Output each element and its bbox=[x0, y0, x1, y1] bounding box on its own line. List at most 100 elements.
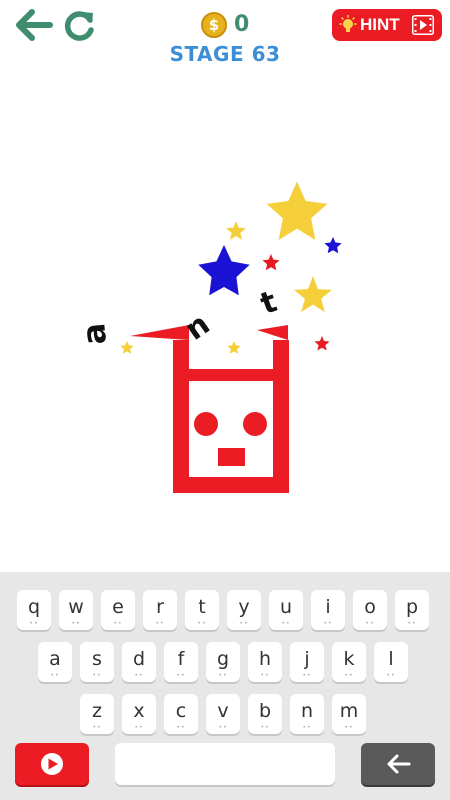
answer-input[interactable] bbox=[115, 743, 335, 785]
delete-button[interactable] bbox=[361, 743, 435, 785]
restart-icon[interactable] bbox=[62, 8, 98, 42]
key-m[interactable]: m •• bbox=[332, 694, 366, 734]
key-dots: •• bbox=[302, 724, 312, 731]
yellow-star-small-center bbox=[227, 341, 241, 354]
blue-star-large bbox=[198, 245, 250, 296]
key-dots: •• bbox=[92, 724, 102, 731]
key-r[interactable]: r •• bbox=[143, 590, 177, 630]
key-label: j bbox=[304, 648, 310, 670]
key-dots: •• bbox=[386, 672, 396, 679]
key-z[interactable]: z •• bbox=[80, 694, 114, 734]
key-dots: •• bbox=[239, 620, 249, 627]
key-label: h bbox=[258, 648, 272, 670]
key-label: k bbox=[343, 648, 355, 670]
box-face bbox=[194, 412, 267, 466]
blue-star-small bbox=[324, 237, 342, 254]
hint-label: HINT bbox=[360, 15, 400, 34]
key-y[interactable]: y •• bbox=[227, 590, 261, 630]
key-u[interactable]: u •• bbox=[269, 590, 303, 630]
key-label: n bbox=[300, 700, 314, 722]
key-dots: •• bbox=[260, 724, 270, 731]
key-dots: •• bbox=[218, 672, 228, 679]
key-label: x bbox=[133, 700, 145, 722]
backspace-arrow-icon bbox=[387, 754, 411, 774]
key-k[interactable]: k •• bbox=[332, 642, 366, 682]
key-label: e bbox=[112, 596, 124, 618]
key-label: c bbox=[175, 700, 187, 722]
yellow-star-right bbox=[294, 276, 332, 313]
key-g[interactable]: g •• bbox=[206, 642, 240, 682]
key-dots: •• bbox=[302, 672, 312, 679]
key-d[interactable]: d •• bbox=[122, 642, 156, 682]
key-dots: •• bbox=[176, 724, 186, 731]
key-s[interactable]: s •• bbox=[80, 642, 114, 682]
key-b[interactable]: b •• bbox=[248, 694, 282, 734]
stage-label: STAGE 63 bbox=[169, 42, 281, 66]
play-icon bbox=[41, 753, 63, 775]
key-label: y bbox=[238, 596, 250, 618]
key-label: s bbox=[92, 648, 102, 670]
key-a[interactable]: a •• bbox=[38, 642, 72, 682]
key-label: m bbox=[339, 700, 359, 722]
key-label: g bbox=[216, 648, 230, 670]
back-arrow-icon[interactable] bbox=[14, 8, 54, 42]
key-label: p bbox=[405, 596, 419, 618]
hint-button[interactable]: HINT bbox=[332, 9, 442, 41]
top-bar: $ 0 STAGE 63 HINT bbox=[0, 0, 450, 70]
key-label: w bbox=[68, 596, 84, 618]
key-t[interactable]: t •• bbox=[185, 590, 219, 630]
key-label: q bbox=[27, 596, 41, 618]
box-flap-left bbox=[130, 325, 189, 340]
key-dots: •• bbox=[113, 620, 123, 627]
key-label: r bbox=[156, 596, 164, 618]
video-icon bbox=[412, 15, 434, 35]
coin-icon: $ bbox=[201, 12, 227, 38]
key-w[interactable]: w •• bbox=[59, 590, 93, 630]
box-body bbox=[173, 340, 289, 493]
key-label: z bbox=[92, 700, 102, 722]
key-dots: •• bbox=[134, 724, 144, 731]
key-i[interactable]: i •• bbox=[311, 590, 345, 630]
lightbulb-icon bbox=[339, 15, 357, 32]
key-l[interactable]: l •• bbox=[374, 642, 408, 682]
key-dots: •• bbox=[281, 620, 291, 627]
key-label: o bbox=[364, 596, 376, 618]
letter-t: t bbox=[256, 284, 281, 322]
key-dots: •• bbox=[344, 724, 354, 731]
key-c[interactable]: c •• bbox=[164, 694, 198, 734]
key-dots: •• bbox=[134, 672, 144, 679]
key-f[interactable]: f •• bbox=[164, 642, 198, 682]
key-p[interactable]: p •• bbox=[395, 590, 429, 630]
key-j[interactable]: j •• bbox=[290, 642, 324, 682]
key-o[interactable]: o •• bbox=[353, 590, 387, 630]
yellow-star-small-left bbox=[120, 341, 134, 354]
key-x[interactable]: x •• bbox=[122, 694, 156, 734]
puzzle-scene: a n t bbox=[74, 181, 342, 493]
key-dots: •• bbox=[218, 724, 228, 731]
letter-a: a bbox=[74, 322, 114, 347]
key-dots: •• bbox=[71, 620, 81, 627]
play-video-button[interactable] bbox=[15, 743, 89, 785]
coin-count: 0 bbox=[234, 12, 250, 37]
key-e[interactable]: e •• bbox=[101, 590, 135, 630]
key-label: i bbox=[325, 596, 331, 618]
key-dots: •• bbox=[50, 672, 60, 679]
key-dots: •• bbox=[176, 672, 186, 679]
key-dots: •• bbox=[197, 620, 207, 627]
key-q[interactable]: q •• bbox=[17, 590, 51, 630]
key-h[interactable]: h •• bbox=[248, 642, 282, 682]
key-label: l bbox=[388, 648, 394, 670]
key-label: f bbox=[177, 648, 185, 670]
key-dots: •• bbox=[365, 620, 375, 627]
key-dots: •• bbox=[155, 620, 165, 627]
key-dots: •• bbox=[92, 672, 102, 679]
box-flap-right bbox=[257, 325, 288, 340]
key-n[interactable]: n •• bbox=[290, 694, 324, 734]
yellow-star-large bbox=[266, 181, 328, 240]
key-label: v bbox=[217, 700, 229, 722]
key-dots: •• bbox=[323, 620, 333, 627]
key-dots: •• bbox=[344, 672, 354, 679]
key-v[interactable]: v •• bbox=[206, 694, 240, 734]
key-label: b bbox=[258, 700, 272, 722]
key-dots: •• bbox=[260, 672, 270, 679]
